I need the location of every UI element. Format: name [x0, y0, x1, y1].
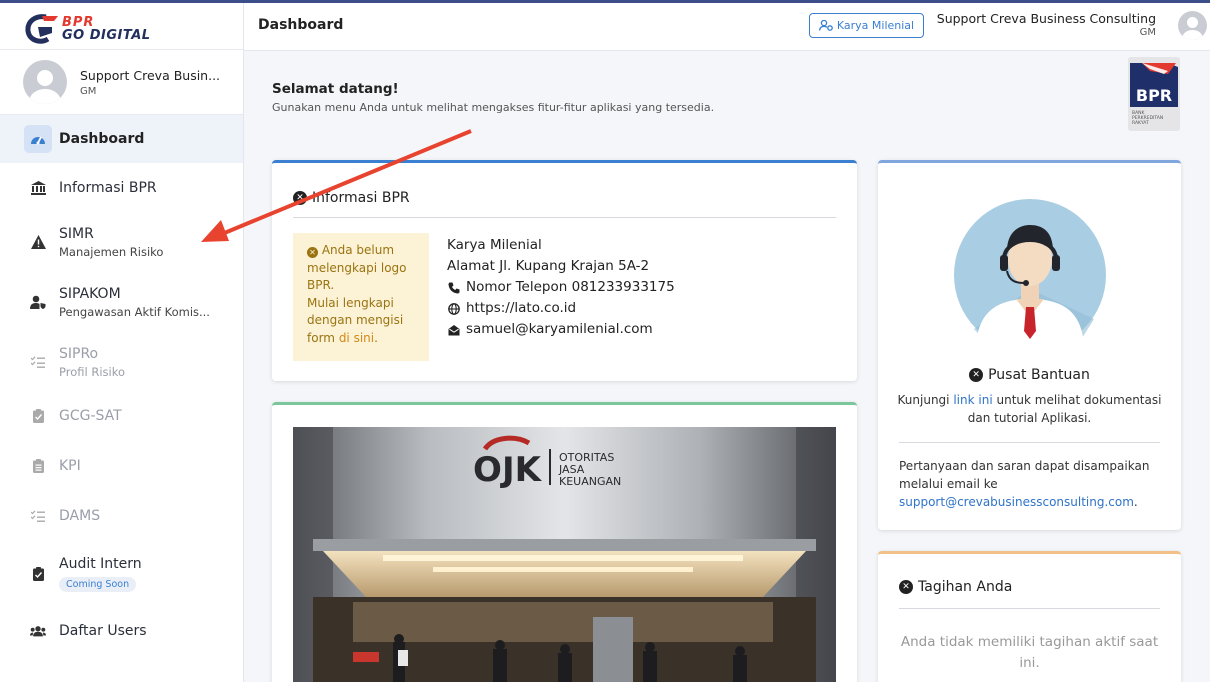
- envelope-open-icon: [447, 323, 460, 336]
- ojk-building-photo: OJK OTORITAS JASA KEUANGAN: [293, 427, 836, 682]
- top-header: Dashboard Karya Milenial Support Creva B…: [244, 3, 1210, 51]
- sidebar-item-simr[interactable]: SIMR Manajemen Risiko: [0, 213, 243, 271]
- header-user-role: GM: [1139, 27, 1156, 38]
- sidebar-item-audit-intern[interactable]: Audit Intern Coming Soon: [0, 541, 243, 607]
- bpr-logo-text: BPR: [1136, 86, 1172, 105]
- billing-empty-text: Anda tidak memiliki tagihan aktif saat i…: [900, 634, 1159, 671]
- divider: [899, 442, 1160, 443]
- divider: [899, 608, 1160, 609]
- company-address: Alamat Jl. Kupang Krajan 5A-2: [447, 258, 650, 274]
- logo-bottom-text: GO DIGITAL: [62, 28, 151, 43]
- times-circle-icon: ✕: [293, 191, 307, 205]
- sidebar-item-sublabel: Pengawasan Aktif Komis...: [59, 304, 210, 319]
- list-check-icon: [30, 508, 46, 524]
- billing-card: ✕ Tagihan Anda Anda tidak memiliki tagih…: [878, 551, 1181, 682]
- sidebar-item-informasi-bpr[interactable]: Informasi BPR: [0, 163, 243, 213]
- sidebar-item-label: SIMR: [59, 225, 94, 242]
- company-name: Karya Milenial: [447, 237, 542, 253]
- sidebar-item-label: Daftar Users: [59, 623, 147, 639]
- ojk-sign-logo: OJK: [473, 450, 543, 490]
- help-card-title: Pusat Bantuan: [988, 367, 1090, 383]
- gauge-icon: [24, 125, 52, 153]
- company-email: samuel@karyamilenial.com: [466, 321, 653, 337]
- welcome-subtitle: Gunakan menu Anda untuk melihat mengakse…: [272, 101, 715, 114]
- sidebar-item-label: SIPAKOM: [59, 285, 121, 302]
- coming-soon-badge: Coming Soon: [59, 577, 137, 592]
- company-button[interactable]: Karya Milenial: [809, 13, 924, 38]
- sidebar-item-gcg-sat[interactable]: GCG-SAT: [0, 391, 243, 441]
- bpr-brand-logo: BPR BANK PERKREDITAN RAKYAT: [1128, 57, 1180, 131]
- user-shield-icon: [30, 294, 46, 310]
- warning-text: Anda belum melengkapi logo BPR.: [307, 243, 407, 293]
- billing-card-title: Tagihan Anda: [918, 579, 1013, 595]
- support-email-link[interactable]: support@crevabusinessconsulting.com: [899, 495, 1134, 509]
- sidebar-item-kpi[interactable]: KPI: [0, 441, 243, 491]
- photo-card: OJK OTORITAS JASA KEUANGAN: [272, 402, 857, 682]
- sidebar: BPR GO DIGITAL Support Creva Busin... GM…: [0, 3, 244, 682]
- app-logo[interactable]: BPR GO DIGITAL: [0, 3, 243, 50]
- times-circle-icon: ✕: [899, 580, 913, 594]
- info-card-title-row: ✕ Informasi BPR: [293, 190, 410, 206]
- page-title: Dashboard: [258, 17, 344, 33]
- phone-icon: [447, 281, 460, 294]
- company-button-label: Karya Milenial: [836, 19, 915, 32]
- support-agent-illustration: [954, 199, 1106, 351]
- help-center-card: ✕ Pusat Bantuan Kunjungi link ini untuk …: [878, 160, 1181, 530]
- clipboard-check-icon: [30, 566, 46, 582]
- globe-icon: [447, 302, 460, 315]
- sidebar-item-label: Audit Intern: [59, 556, 142, 572]
- sidebar-item-dashboard[interactable]: Dashboard: [0, 115, 243, 163]
- bpr-logo-caption: RAKYAT: [1132, 120, 1149, 126]
- sidebar-item-dams[interactable]: DAMS: [0, 491, 243, 541]
- help-card-title-row: ✕ Pusat Bantuan: [878, 367, 1181, 383]
- clipboard-list-icon: [30, 458, 46, 474]
- warning-text-end: .: [374, 330, 378, 345]
- warning-icon: [30, 234, 46, 250]
- bank-icon: [30, 180, 46, 196]
- info-card-title: Informasi BPR: [312, 190, 410, 206]
- documentation-link[interactable]: link ini: [953, 393, 992, 407]
- sidebar-item-label: KPI: [59, 458, 81, 474]
- contact-info: Pertanyaan dan saran dapat disampaikan m…: [899, 457, 1164, 511]
- company-phone: Nomor Telepon 081233933175: [466, 279, 675, 295]
- sidebar-item-label: SIPRo: [59, 345, 99, 362]
- users-icon: [30, 623, 46, 639]
- sidebar-item-daftar-users[interactable]: Daftar Users: [0, 607, 243, 655]
- sidebar-profile[interactable]: Support Creva Busin... GM: [0, 50, 243, 115]
- info-bpr-card: ✕ Informasi BPR ✕ Anda belum melengkapi …: [272, 160, 857, 381]
- contact-text: Pertanyaan dan saran dapat disampaikan m…: [899, 459, 1150, 491]
- sidebar-item-sublabel: Manajemen Risiko: [59, 244, 164, 259]
- header-avatar[interactable]: [1178, 11, 1207, 40]
- divider: [293, 217, 836, 218]
- sidebar-item-sipakom[interactable]: SIPAKOM Pengawasan Aktif Komis...: [0, 271, 243, 333]
- help-text: Kunjungi: [897, 393, 950, 407]
- profile-name: Support Creva Busin...: [80, 67, 221, 83]
- avatar: [23, 60, 67, 104]
- sidebar-item-label: Informasi BPR: [59, 180, 157, 196]
- fill-form-link[interactable]: di sini: [339, 331, 374, 345]
- times-circle-icon: ✕: [307, 247, 318, 258]
- clipboard-check-icon: [30, 408, 46, 424]
- list-check-icon: [30, 354, 46, 370]
- user-gear-icon: [818, 20, 833, 31]
- company-info: Karya Milenial Alamat Jl. Kupang Krajan …: [447, 235, 675, 340]
- sidebar-item-sipro[interactable]: SIPRo Profil Risiko: [0, 333, 243, 391]
- times-circle-icon: ✕: [969, 368, 984, 382]
- contact-text-end: .: [1133, 495, 1138, 509]
- bpr-logo-icon: [25, 14, 58, 44]
- ojk-sign-text: KEUANGAN: [559, 475, 621, 488]
- company-website-link[interactable]: https://lato.co.id: [466, 298, 576, 319]
- help-text: untuk melihat dokumentasi dan tutorial A…: [967, 393, 1162, 425]
- billing-card-title-row: ✕ Tagihan Anda: [899, 579, 1012, 595]
- welcome-title: Selamat datang!: [272, 81, 399, 97]
- profile-role: GM: [80, 85, 97, 97]
- sidebar-item-label: GCG-SAT: [59, 408, 122, 424]
- header-user-name: Support Creva Business Consulting: [936, 11, 1156, 26]
- sidebar-item-label: Dashboard: [59, 131, 145, 147]
- logo-warning-box: ✕ Anda belum melengkapi logo BPR. Mulai …: [293, 233, 429, 361]
- sidebar-item-sublabel: Profil Risiko: [59, 364, 125, 379]
- help-description: Kunjungi link ini untuk melihat dokument…: [894, 391, 1165, 427]
- sidebar-item-label: DAMS: [59, 508, 101, 524]
